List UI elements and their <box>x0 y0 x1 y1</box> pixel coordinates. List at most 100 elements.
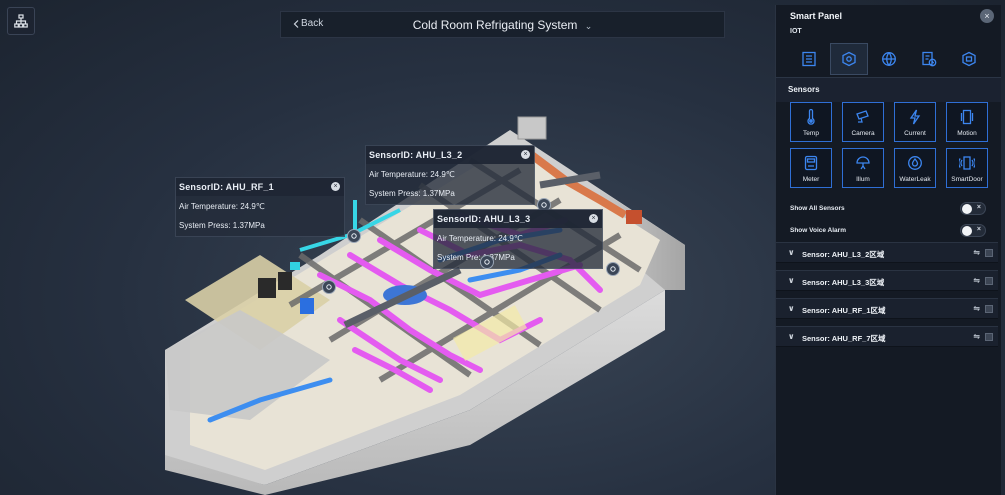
sensor-list-item[interactable]: ∨ Sensor: AHU_L3_2区域 ⇋ <box>776 242 998 263</box>
sensor-type-current[interactable]: Current <box>894 102 936 142</box>
sensor-pin-ahu-l3-3-b[interactable] <box>606 262 620 276</box>
popup-system-press: System Press: 1.37MPa <box>369 189 455 198</box>
sensor-list-item[interactable]: ∨ Sensor: AHU_RF_1区域 ⇋ <box>776 298 998 319</box>
tab-sensors[interactable] <box>830 43 868 75</box>
chevron-down-icon: ∨ <box>788 248 795 257</box>
device-icon <box>962 51 976 67</box>
chart-icon[interactable] <box>985 305 993 313</box>
popup-close-button[interactable]: × <box>589 214 598 223</box>
panel-title: Smart Panel <box>790 11 843 21</box>
tab-report[interactable] <box>910 43 948 75</box>
sensor-type-label: Camera <box>851 130 875 137</box>
panel-close-button[interactable]: × <box>980 9 994 23</box>
org-chart-button[interactable] <box>7 7 35 35</box>
sensor-type-grid: Temp Camera Current Motion Meter Illum W… <box>790 102 990 188</box>
sensor-box-icon <box>842 51 856 67</box>
popup-close-button[interactable]: × <box>331 182 340 191</box>
popup-air-temperature: Air Temperature: 24.9℃ <box>437 234 523 243</box>
thermometer-icon <box>807 109 815 125</box>
popup-system-press: System Pre: 1.37MPa <box>437 253 515 262</box>
chevron-down-icon: ∨ <box>788 332 795 341</box>
link-icon[interactable]: ⇋ <box>973 332 980 341</box>
system-title-dropdown[interactable]: Cold Room Refrigating System ⌄ <box>281 18 724 32</box>
tab-device[interactable] <box>950 43 988 75</box>
report-clock-icon <box>922 51 937 67</box>
smart-door-icon <box>959 156 975 170</box>
meter-icon <box>804 155 818 171</box>
sensor-pin-icon <box>610 266 616 272</box>
sensor-pin-icon <box>484 259 490 265</box>
toggle-knob <box>962 226 972 236</box>
sensor-pin-icon <box>326 284 332 290</box>
sensor-type-temp[interactable]: Temp <box>790 102 832 142</box>
sensor-list-item-name: Sensor: AHU_L3_2区域 <box>802 250 885 259</box>
sensor-popup-ahu-l3-2: SensorID: AHU_L3_2 × Air Temperature: 24… <box>365 145 535 205</box>
page-title: Cold Room Refrigating System <box>412 18 578 32</box>
sensor-list-item-name: Sensor: AHU_RF_1区域 <box>802 306 886 315</box>
tab-network[interactable] <box>870 43 908 75</box>
sensor-type-waterleak[interactable]: WaterLeak <box>894 148 936 188</box>
chevron-down-icon: ∨ <box>788 276 795 285</box>
tab-list[interactable] <box>790 43 828 75</box>
toggle-label: Show All Sensors <box>790 205 845 212</box>
dark-cabinet-1 <box>258 278 276 298</box>
dark-cabinet-2 <box>278 272 292 290</box>
sensor-list-item[interactable]: ∨ Sensor: AHU_L3_3区域 ⇋ <box>776 270 998 291</box>
popup-close-button[interactable]: × <box>521 150 530 159</box>
link-icon[interactable]: ⇋ <box>973 276 980 285</box>
link-icon[interactable]: ⇋ <box>973 304 980 313</box>
sensor-list-item[interactable]: ∨ Sensor: AHU_RF_7区域 ⇋ <box>776 326 998 347</box>
popup-title: SensorID: AHU_L3_3 <box>434 210 602 228</box>
motion-icon <box>960 109 974 125</box>
top-header-bar: Back Cold Room Refrigating System ⌄ <box>280 11 725 38</box>
sensor-type-label: Motion <box>957 130 977 137</box>
camera-icon <box>856 110 869 123</box>
sensor-type-illum[interactable]: Illum <box>842 148 884 188</box>
blue-unit <box>300 298 314 314</box>
sensor-type-smartdoor[interactable]: SmartDoor <box>946 148 988 188</box>
network-globe-icon <box>882 52 896 66</box>
water-drop-icon <box>908 156 922 170</box>
sensors-section-title: Sensors <box>776 78 1001 102</box>
sensor-type-label: Illum <box>856 176 870 183</box>
popup-system-press: System Press: 1.37MPa <box>179 221 265 230</box>
smart-panel: Smart Panel IOT × Sensors Temp Camera Cu… <box>775 5 1001 495</box>
sensor-list-item-name: Sensor: AHU_L3_3区域 <box>802 278 885 287</box>
top-structure <box>517 116 547 140</box>
sensor-pin-ahu-rf-1[interactable] <box>347 229 361 243</box>
chart-icon[interactable] <box>985 249 993 257</box>
show-voice-alarm-row: Show Voice Alarm × <box>790 224 990 238</box>
sensor-popup-ahu-rf-1: SensorID: AHU_RF_1 × Air Temperature: 24… <box>175 177 345 237</box>
show-all-sensors-toggle[interactable]: × <box>960 202 986 215</box>
sensor-pin-ahu-l3-3-a[interactable] <box>480 255 494 269</box>
sensor-type-camera[interactable]: Camera <box>842 102 884 142</box>
sensor-pin-icon <box>541 202 547 208</box>
chart-icon[interactable] <box>985 333 993 341</box>
lightning-icon <box>909 109 921 125</box>
sensor-pin-icon <box>351 233 357 239</box>
sensor-type-motion[interactable]: Motion <box>946 102 988 142</box>
show-voice-alarm-toggle[interactable]: × <box>960 224 986 237</box>
toggle-off-mark: × <box>976 204 981 211</box>
popup-title: SensorID: AHU_L3_2 <box>366 146 534 164</box>
popup-air-temperature: Air Temperature: 24.9℃ <box>369 170 455 179</box>
sensor-type-label: Temp <box>803 130 819 137</box>
list-icon <box>802 51 816 67</box>
link-icon[interactable]: ⇋ <box>973 248 980 257</box>
panel-subtitle: IOT <box>790 28 802 35</box>
sensor-type-label: Meter <box>802 176 820 183</box>
sensor-popup-ahu-l3-3: SensorID: AHU_L3_3 × Air Temperature: 24… <box>433 209 603 269</box>
cyan-unit <box>290 262 300 270</box>
toggle-knob <box>962 204 972 214</box>
lamp-icon <box>856 156 870 170</box>
sensor-list-item-name: Sensor: AHU_RF_7区域 <box>802 334 886 343</box>
show-all-sensors-row: Show All Sensors × <box>790 202 990 216</box>
toggle-label: Show Voice Alarm <box>790 227 846 234</box>
panel-tab-bar <box>790 43 988 77</box>
popup-air-temperature: Air Temperature: 24.9℃ <box>179 202 265 211</box>
chevron-down-icon: ∨ <box>788 304 795 313</box>
chevron-down-icon: ⌄ <box>584 21 593 31</box>
chart-icon[interactable] <box>985 277 993 285</box>
sensor-type-meter[interactable]: Meter <box>790 148 832 188</box>
sensor-pin-left[interactable] <box>322 280 336 294</box>
